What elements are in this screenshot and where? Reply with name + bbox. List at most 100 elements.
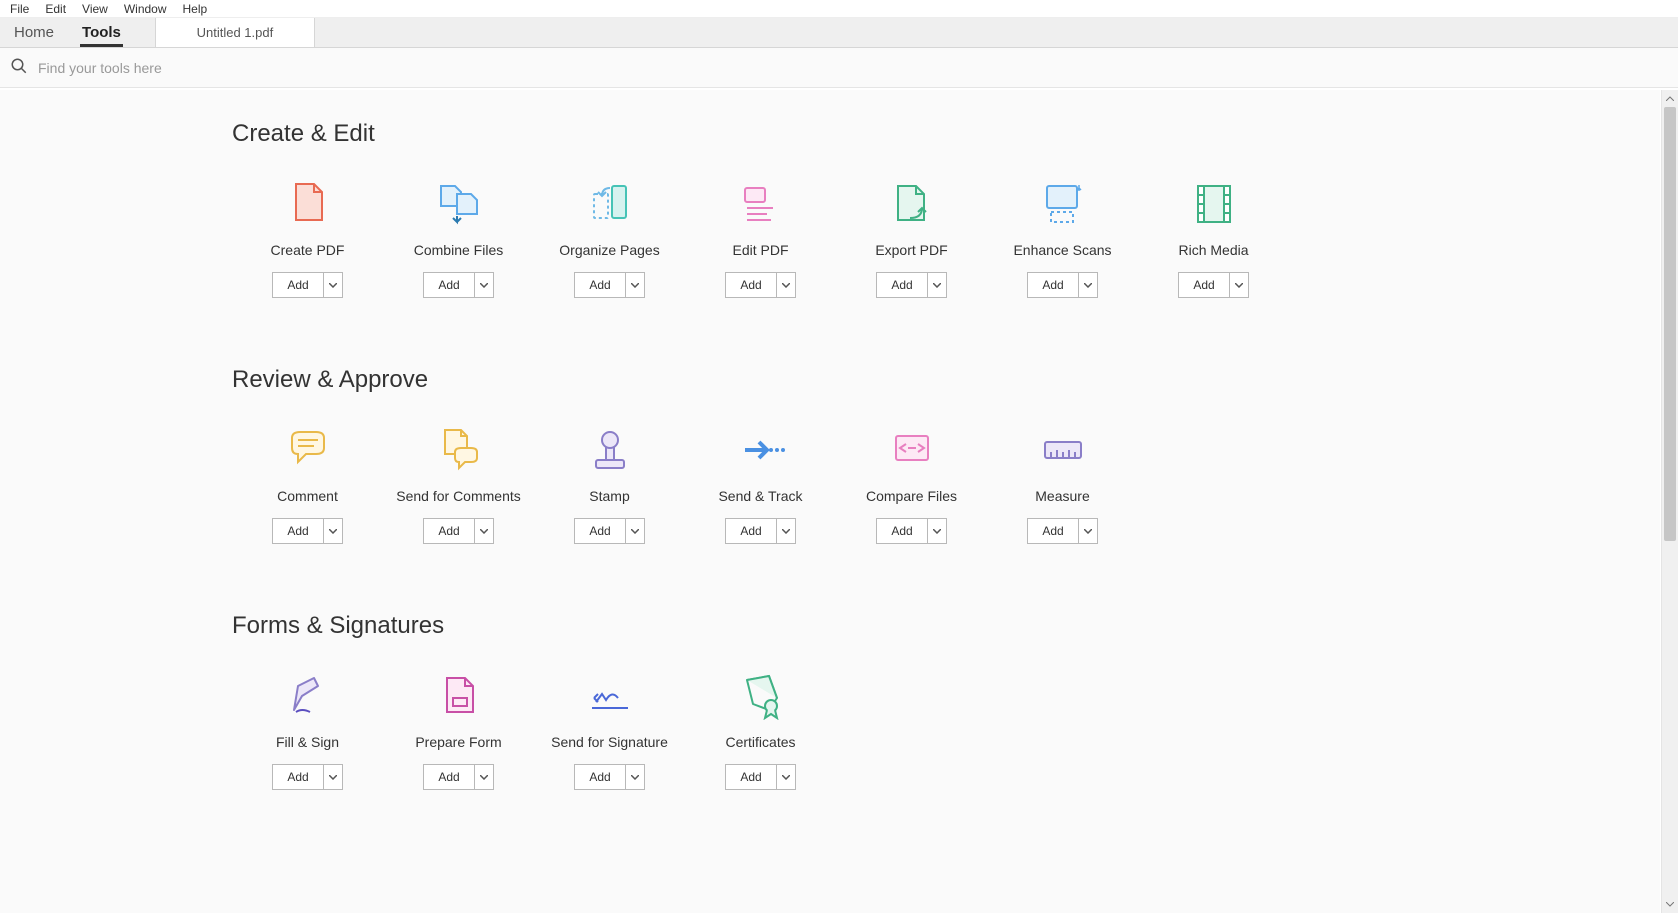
add-dropdown-button[interactable]: [323, 764, 343, 790]
add-dropdown-button[interactable]: [927, 518, 947, 544]
menu-window[interactable]: Window: [116, 0, 175, 18]
add-button[interactable]: Add: [725, 272, 775, 298]
tool-label: Comment: [277, 488, 338, 504]
add-button[interactable]: Add: [1178, 272, 1228, 298]
add-dropdown-button[interactable]: [474, 518, 494, 544]
scroll-down-arrow-icon[interactable]: [1662, 896, 1678, 913]
tool-label: Enhance Scans: [1013, 242, 1111, 258]
add-split-button: Add: [423, 272, 493, 298]
tool-label: Send for Signature: [551, 734, 668, 750]
add-dropdown-button[interactable]: [474, 272, 494, 298]
add-split-button: Add: [574, 518, 644, 544]
add-dropdown-button[interactable]: [1078, 518, 1098, 544]
organize-pages-icon[interactable]: [586, 180, 634, 228]
tool-label: Measure: [1035, 488, 1089, 504]
tool-label: Export PDF: [875, 242, 947, 258]
add-button[interactable]: Add: [876, 272, 926, 298]
add-button[interactable]: Add: [272, 518, 322, 544]
add-split-button: Add: [876, 518, 946, 544]
tab-document[interactable]: Untitled 1.pdf: [155, 18, 315, 47]
add-split-button: Add: [574, 764, 644, 790]
add-button[interactable]: Add: [1027, 272, 1077, 298]
tool-label: Fill & Sign: [276, 734, 339, 750]
tool-grid: Create PDFAddCombine FilesAddOrganize Pa…: [232, 180, 1492, 338]
scroll-thumb[interactable]: [1664, 107, 1676, 541]
section-title: Forms & Signatures: [232, 612, 1492, 640]
tools-scroll-area[interactable]: Create & EditCreate PDFAddCombine FilesA…: [0, 90, 1660, 913]
tool-card-send-signature: Send for Signature Add: [534, 672, 685, 790]
tool-card-organize-pages: Organize Pages Add: [534, 180, 685, 298]
add-button[interactable]: Add: [574, 518, 624, 544]
tool-card-stamp: StampAdd: [534, 426, 685, 544]
create-pdf-icon[interactable]: [284, 180, 332, 228]
tool-card-combine-files: Combine FilesAdd: [383, 180, 534, 298]
add-dropdown-button[interactable]: [776, 272, 796, 298]
add-button[interactable]: Add: [423, 272, 473, 298]
add-button[interactable]: Add: [876, 518, 926, 544]
add-button[interactable]: Add: [272, 764, 322, 790]
enhance-scans-icon[interactable]: [1039, 180, 1087, 228]
tab-home[interactable]: Home: [0, 18, 68, 47]
tool-label: Send for Comments: [396, 488, 521, 504]
send-for-comments-icon[interactable]: [435, 426, 483, 474]
tool-label: Rich Media: [1178, 242, 1248, 258]
add-dropdown-button[interactable]: [625, 518, 645, 544]
compare-files-icon[interactable]: [888, 426, 936, 474]
search-input[interactable]: [38, 60, 438, 76]
menu-edit[interactable]: Edit: [37, 0, 74, 18]
send-signature-icon[interactable]: [586, 672, 634, 720]
menu-help[interactable]: Help: [175, 0, 216, 18]
add-split-button: Add: [725, 764, 795, 790]
fill-sign-icon[interactable]: [284, 672, 332, 720]
combine-files-icon[interactable]: [435, 180, 483, 228]
add-button[interactable]: Add: [423, 518, 473, 544]
tool-card-certificates: Certificates Add: [685, 672, 836, 790]
add-split-button: Add: [725, 272, 795, 298]
add-dropdown-button[interactable]: [776, 518, 796, 544]
tool-label: Organize Pages: [559, 242, 659, 258]
menubar: File Edit View Window Help: [0, 0, 1678, 18]
rich-media-icon[interactable]: [1190, 180, 1238, 228]
tool-label: Certificates: [725, 734, 795, 750]
add-dropdown-button[interactable]: [1229, 272, 1249, 298]
add-split-button: Add: [272, 272, 342, 298]
tool-label: Create PDF: [271, 242, 345, 258]
add-dropdown-button[interactable]: [625, 764, 645, 790]
export-pdf-icon[interactable]: [888, 180, 936, 228]
add-button[interactable]: Add: [1027, 518, 1077, 544]
scroll-up-arrow-icon[interactable]: [1662, 90, 1678, 107]
section-title: Create & Edit: [232, 120, 1492, 148]
add-split-button: Add: [272, 518, 342, 544]
add-dropdown-button[interactable]: [474, 764, 494, 790]
tab-tools[interactable]: Tools: [68, 18, 135, 47]
tool-card-send-for-comments: Send for Comments Add: [383, 426, 534, 544]
measure-icon[interactable]: [1039, 426, 1087, 474]
stamp-icon[interactable]: [586, 426, 634, 474]
add-button[interactable]: Add: [574, 272, 624, 298]
add-button[interactable]: Add: [272, 272, 322, 298]
add-split-button: Add: [1027, 272, 1097, 298]
add-dropdown-button[interactable]: [1078, 272, 1098, 298]
add-dropdown-button[interactable]: [776, 764, 796, 790]
add-dropdown-button[interactable]: [323, 272, 343, 298]
scroll-track[interactable]: [1662, 107, 1678, 896]
menu-file[interactable]: File: [2, 0, 37, 18]
add-dropdown-button[interactable]: [323, 518, 343, 544]
menu-view[interactable]: View: [74, 0, 116, 18]
add-button[interactable]: Add: [423, 764, 473, 790]
add-dropdown-button[interactable]: [927, 272, 947, 298]
add-dropdown-button[interactable]: [625, 272, 645, 298]
prepare-form-icon[interactable]: [435, 672, 483, 720]
add-button[interactable]: Add: [574, 764, 624, 790]
tool-card-prepare-form: Prepare FormAdd: [383, 672, 534, 790]
edit-pdf-icon[interactable]: [737, 180, 785, 228]
add-split-button: Add: [423, 764, 493, 790]
add-split-button: Add: [876, 272, 946, 298]
add-button[interactable]: Add: [725, 518, 775, 544]
tool-card-compare-files: Compare FilesAdd: [836, 426, 987, 544]
comment-icon[interactable]: [284, 426, 332, 474]
vertical-scrollbar[interactable]: [1661, 90, 1678, 913]
add-button[interactable]: Add: [725, 764, 775, 790]
certificates-icon[interactable]: [737, 672, 785, 720]
send-track-icon[interactable]: [737, 426, 785, 474]
